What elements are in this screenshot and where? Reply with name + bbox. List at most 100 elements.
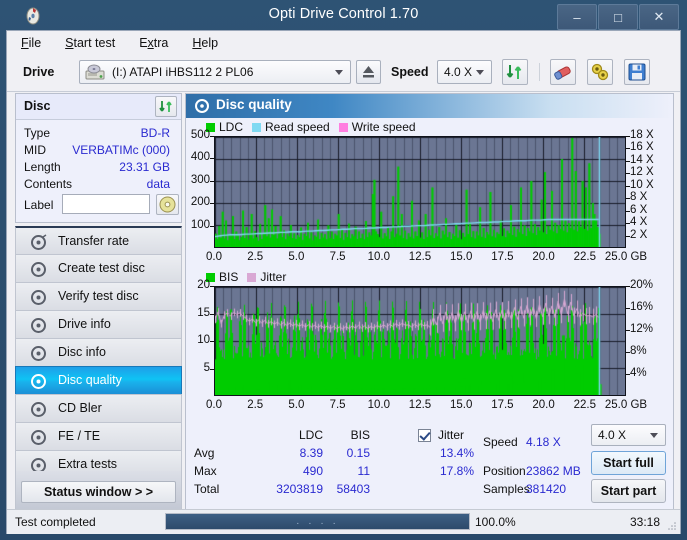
disc-label-button[interactable] bbox=[156, 194, 179, 215]
disc-row-value: VERBATIMc (000) bbox=[72, 143, 170, 157]
close-button[interactable]: ✕ bbox=[639, 4, 679, 30]
erase-button[interactable] bbox=[550, 59, 576, 85]
menu-start-test[interactable]: Start test bbox=[55, 34, 125, 52]
drive-icon bbox=[85, 64, 105, 81]
sidebar-item-disc-quality[interactable]: Disc quality bbox=[15, 366, 182, 394]
save-button[interactable] bbox=[624, 59, 650, 85]
disc-panel-header: Disc bbox=[16, 94, 181, 120]
resize-grip-icon[interactable] bbox=[667, 521, 677, 531]
refresh-icon bbox=[503, 60, 527, 84]
status-window-button[interactable]: Status window > > bbox=[21, 481, 176, 503]
y2-tick-mark bbox=[626, 136, 630, 137]
ldc-chart-legend: LDCRead speedWrite speed bbox=[206, 120, 425, 134]
disc-icon bbox=[30, 401, 47, 418]
y-tick-mark bbox=[210, 369, 214, 370]
disc-icon bbox=[30, 289, 47, 306]
y2-tick-label: 20% bbox=[630, 279, 653, 291]
panel-title: Disc quality bbox=[216, 97, 292, 112]
sidebar-item-drive-info[interactable]: Drive info bbox=[15, 310, 182, 338]
disc-row-value: 23.31 GB bbox=[119, 160, 170, 174]
y2-tick-mark bbox=[626, 374, 630, 375]
chevron-down-icon bbox=[650, 433, 658, 438]
refresh-button[interactable] bbox=[502, 59, 528, 85]
bis-jitter-chart-legend: BISJitter bbox=[206, 270, 295, 284]
speed-label: Speed bbox=[391, 65, 429, 79]
stats-header-jitter: Jitter bbox=[438, 428, 464, 442]
y-tick-label: 100 bbox=[180, 219, 210, 231]
stats-row-key: Avg bbox=[194, 446, 214, 460]
chevron-down-icon bbox=[476, 70, 484, 75]
progress-percent: 100.0% bbox=[475, 515, 535, 529]
sidebar-item-fe-te[interactable]: FE / TE bbox=[15, 422, 182, 450]
y2-tick-label: 12% bbox=[630, 323, 653, 335]
disc-label-input[interactable] bbox=[62, 194, 150, 214]
sidebar-item-label: Disc info bbox=[58, 345, 106, 359]
disc-row-length: Length 23.31 GB bbox=[24, 160, 176, 176]
maximize-button[interactable]: □ bbox=[598, 4, 638, 30]
menu-help[interactable]: Help bbox=[182, 34, 228, 52]
disc-icon bbox=[30, 373, 47, 390]
stats-panel: LDC BIS Jitter Avg 8.39 0.15 13.4% Max 4… bbox=[186, 424, 673, 504]
y-tick-label: 15 bbox=[180, 307, 210, 319]
y2-tick-mark bbox=[626, 173, 630, 174]
sidebar-item-transfer-rate[interactable]: Transfer rate bbox=[15, 226, 182, 254]
maximize-icon: □ bbox=[614, 10, 622, 25]
disc-refresh-button[interactable] bbox=[155, 96, 177, 117]
y2-tick-label: 18 X bbox=[630, 129, 654, 141]
start-full-button[interactable]: Start full bbox=[591, 451, 666, 475]
sidebar-item-label: Transfer rate bbox=[58, 234, 129, 248]
sidebar-item-disc-info[interactable]: Disc info bbox=[15, 338, 182, 366]
stats-position-key: Position bbox=[483, 464, 526, 478]
sidebar-item-label: Drive info bbox=[58, 317, 111, 331]
stats-max-bis: 11 bbox=[334, 464, 370, 478]
ldc-chart: LDCRead speedWrite speed 100200300400500… bbox=[186, 118, 673, 270]
disc-icon bbox=[30, 234, 47, 251]
stats-position-value: 23862 MB bbox=[526, 464, 596, 478]
legend-swatch bbox=[247, 273, 256, 282]
y2-tick-label: 16% bbox=[630, 301, 653, 313]
legend-label: Read speed bbox=[265, 120, 330, 134]
disc-icon bbox=[30, 317, 47, 334]
disc-row-value: BD-R bbox=[141, 126, 170, 140]
legend-label: Write speed bbox=[352, 120, 416, 134]
jitter-checkbox[interactable] bbox=[418, 429, 431, 442]
test-speed-select[interactable]: 4.0 X bbox=[591, 424, 666, 446]
left-column: Disc Type BD-R MID VERBATIMc (000) bbox=[15, 93, 182, 531]
start-part-button[interactable]: Start part bbox=[591, 479, 666, 503]
sidebar-item-create-test-disc[interactable]: Create test disc bbox=[15, 254, 182, 282]
bis-jitter-chart: BISJitter 5101520 4%8%12%16%20% 0.02.55.… bbox=[186, 268, 673, 418]
eject-button[interactable] bbox=[356, 60, 381, 84]
minimize-button[interactable]: – bbox=[557, 4, 597, 30]
menu-extra[interactable]: Extra bbox=[129, 34, 178, 52]
stats-header-ldc: LDC bbox=[279, 428, 323, 442]
y2-tick-label: 4 X bbox=[630, 216, 647, 228]
y2-tick-mark bbox=[626, 161, 630, 162]
y2-tick-label: 14 X bbox=[630, 154, 654, 166]
stats-row-key: Max bbox=[194, 464, 217, 478]
eraser-icon bbox=[551, 60, 575, 84]
client-area: FFileile Start test Extra Help Drive (I:… bbox=[6, 30, 681, 534]
y-tick-mark bbox=[210, 286, 214, 287]
x-tick-label: 25.0 GB bbox=[600, 251, 652, 263]
settings-button[interactable] bbox=[587, 59, 613, 85]
drive-select[interactable]: (I:) ATAPI iHBS112 2 PL06 bbox=[79, 60, 351, 84]
wrench-icon bbox=[588, 60, 612, 84]
refresh-icon bbox=[156, 97, 176, 116]
menu-bar: FFileile Start test Extra Help bbox=[7, 31, 680, 56]
menu-file[interactable]: FFileile bbox=[11, 34, 51, 52]
sidebar-item-label: CD Bler bbox=[58, 401, 102, 415]
y2-tick-label: 4% bbox=[630, 367, 647, 379]
sidebar-item-cd-bler[interactable]: CD Bler bbox=[15, 394, 182, 422]
disc-row-key: MID bbox=[24, 143, 46, 157]
legend-entry: Jitter bbox=[247, 270, 286, 284]
stats-speed-value: 4.18 X bbox=[526, 435, 586, 449]
stats-samples-value: 381420 bbox=[526, 482, 586, 496]
sidebar-item-verify-test-disc[interactable]: Verify test disc bbox=[15, 282, 182, 310]
disc-label-key: Label bbox=[24, 198, 53, 212]
disc-icon bbox=[194, 98, 210, 114]
y2-tick-mark bbox=[626, 286, 630, 287]
y2-tick-mark bbox=[626, 198, 630, 199]
speed-select[interactable]: 4.0 X bbox=[437, 60, 492, 84]
progress-bar: · · · · bbox=[165, 513, 470, 530]
legend-label: Jitter bbox=[260, 270, 286, 284]
